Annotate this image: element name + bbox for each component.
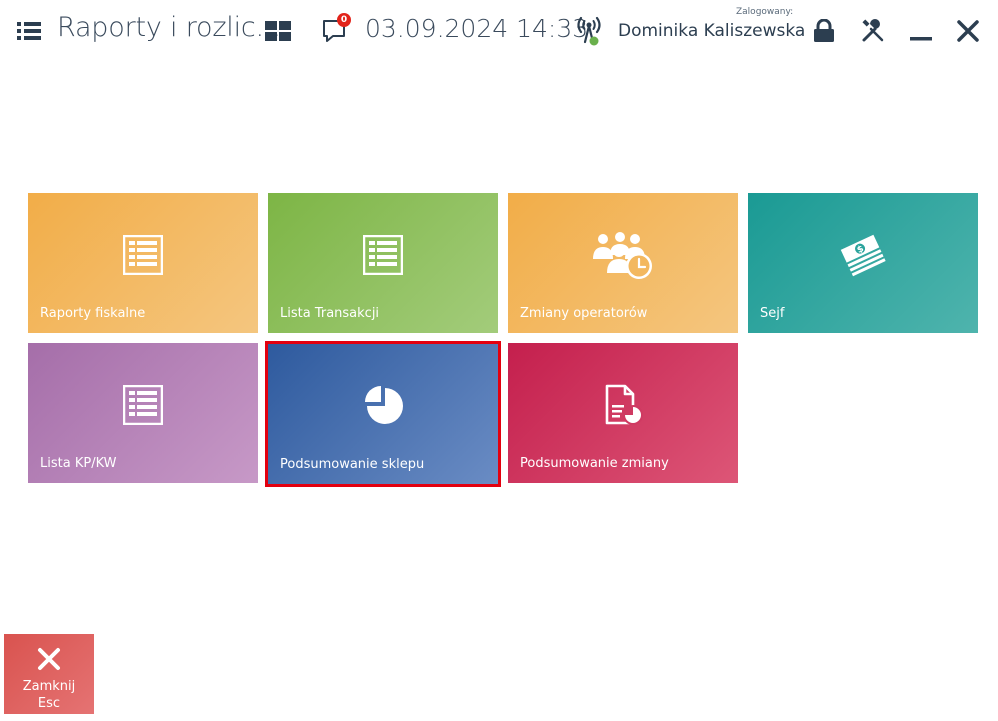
tile-label: Sejf [760,306,785,321]
page-title: Raporty i rozlic... [57,12,281,43]
tile-label: Podsumowanie zmiany [520,456,669,471]
tile-zmiany-operatorow[interactable]: Zmiany operatorów [508,193,738,333]
close-label-line1: Zamknij [22,679,76,694]
close-button-label: Zamknij Esc [4,678,94,712]
tile-label: Lista Transakcji [280,306,380,321]
tiles-view-icon[interactable] [263,16,293,46]
tile-label: Podsumowanie sklepu [280,457,425,472]
tile-raporty-fiskalne[interactable]: Raporty fiskalne [28,193,258,333]
money-stack-icon: $ [748,227,978,283]
pie-chart-icon [268,378,498,434]
table-icon [268,227,498,283]
table-icon [28,227,258,283]
table-icon [28,377,258,433]
close-button[interactable]: Zamknij Esc [4,634,94,714]
tile-label: Zmiany operatorów [520,306,648,321]
tile-sejf[interactable]: $ Sejf [748,193,978,333]
user-name[interactable]: Dominika Kaliszewska [618,21,805,41]
current-datetime: 03.09.2024 14:33 [365,14,589,43]
lock-icon[interactable] [810,16,838,46]
tile-label: Lista KP/KW [40,456,117,471]
tile-lista-kp-kw[interactable]: Lista KP/KW [28,343,258,483]
document-chart-icon [508,377,738,433]
tile-podsumowanie-sklepu[interactable]: Podsumowanie sklepu [265,341,501,487]
close-shortcut: Esc [37,696,61,711]
tools-icon[interactable] [858,16,888,46]
minimize-icon[interactable] [906,16,936,46]
close-icon[interactable] [953,16,983,46]
operators-clock-icon [508,227,738,283]
connection-status-icon [574,12,604,48]
logged-in-label: Zalogowany: [736,7,794,17]
notifications-button[interactable]: 0 [318,13,352,47]
close-x-icon [4,644,94,674]
app-header: Raporty i rozlic... 0 03.09.2024 14:33 Z… [0,0,998,62]
menu-icon[interactable] [14,16,44,46]
tile-label: Raporty fiskalne [40,306,146,321]
tile-lista-transakcji[interactable]: Lista Transakcji [268,193,498,333]
tile-podsumowanie-zmiany[interactable]: Podsumowanie zmiany [508,343,738,483]
notification-badge: 0 [337,13,351,27]
